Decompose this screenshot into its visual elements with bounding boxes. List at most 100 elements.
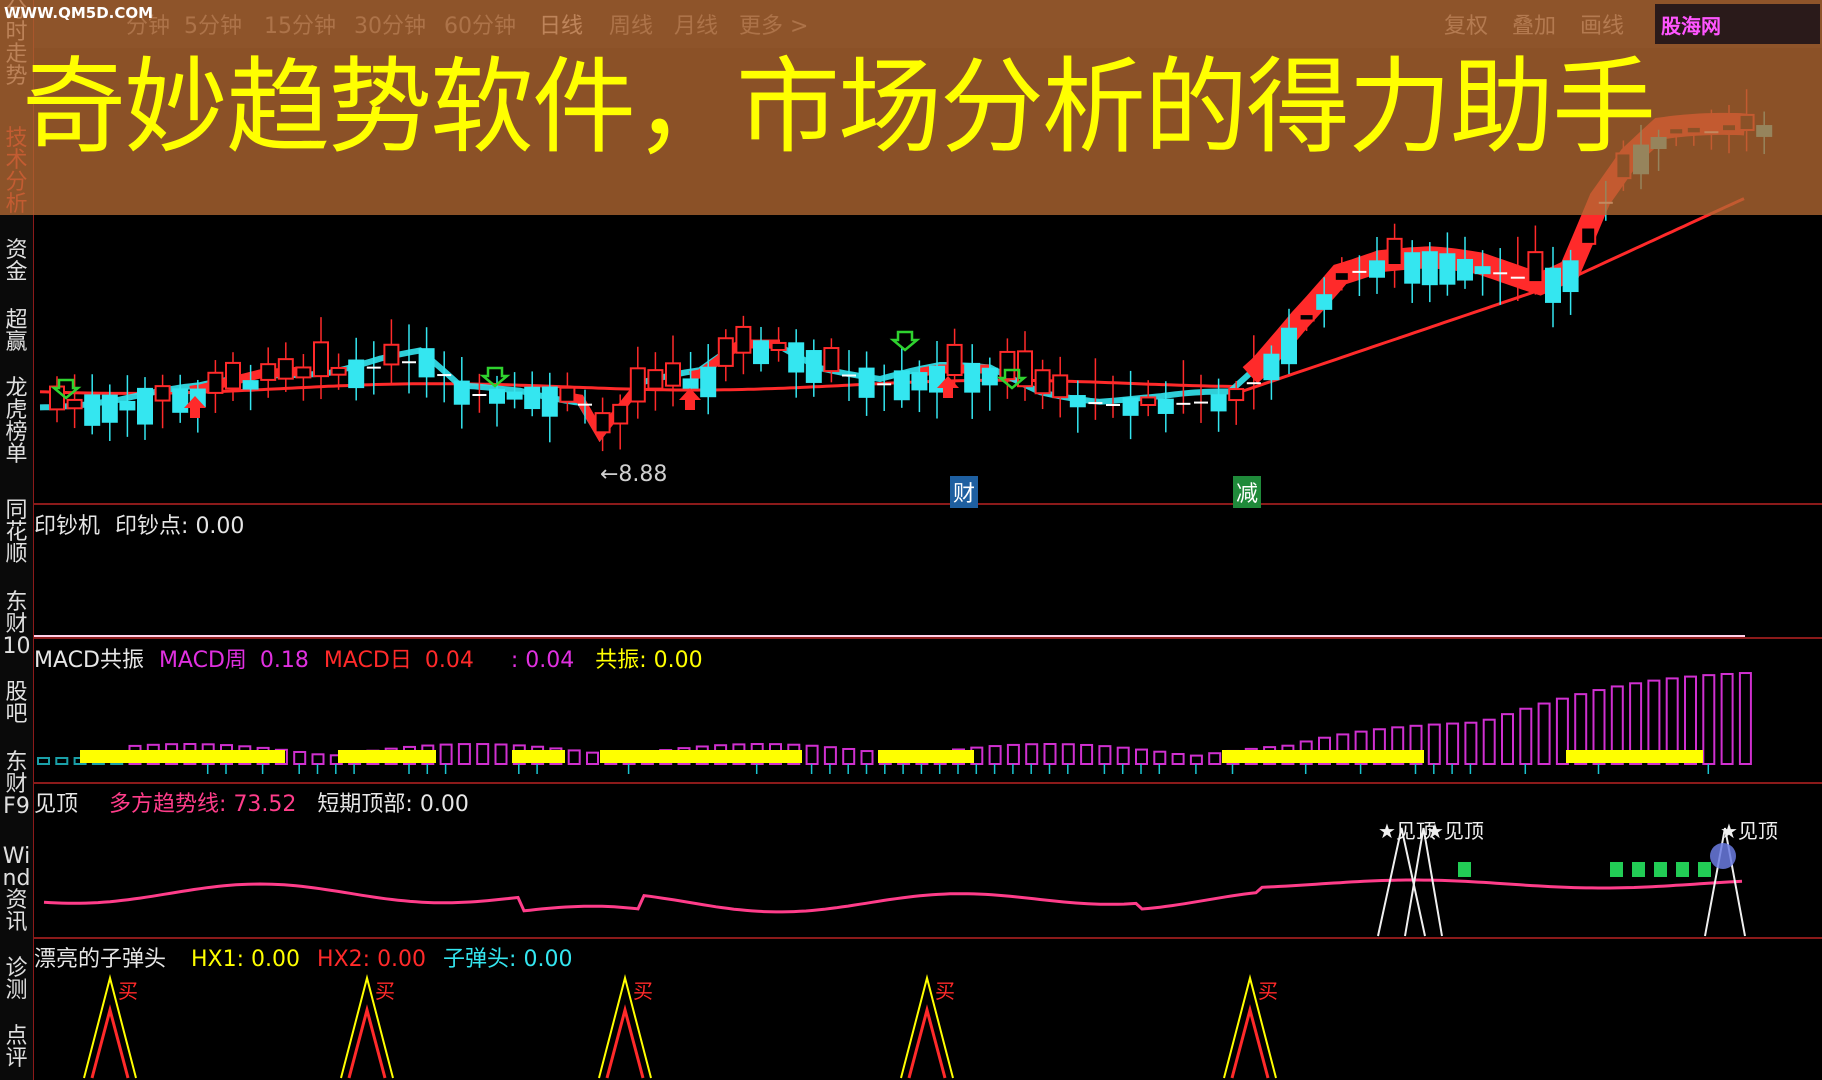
candle-body — [84, 394, 101, 426]
trend-strength-line — [43, 878, 1743, 914]
candle-body — [1580, 226, 1597, 245]
candle-body — [137, 387, 153, 425]
macd-bar — [494, 743, 508, 766]
candle-body — [559, 386, 576, 403]
brand-logo: 股海网 — [1655, 4, 1820, 44]
candle-body — [506, 391, 523, 400]
panel-separator — [34, 782, 1822, 784]
macd-bar — [311, 753, 325, 766]
green-signal-block-0 — [1458, 862, 1471, 877]
badge-jian[interactable]: 减 — [1233, 476, 1262, 508]
macd-bar — [586, 751, 599, 766]
macd-bar — [842, 747, 856, 766]
candle-body — [348, 359, 365, 389]
candle-body — [1457, 258, 1473, 281]
panel2-macd-day-label: MACD日 — [323, 648, 412, 673]
candle-body — [1439, 253, 1456, 285]
candle-body — [154, 385, 171, 402]
panel2-resonance-value: 0.00 — [653, 648, 703, 673]
down-arrow-icon — [889, 330, 921, 352]
candle-body — [893, 370, 910, 401]
panel4-hx2-label: HX2: — [317, 947, 371, 972]
panel-separator — [34, 937, 1822, 939]
macd-bar — [1080, 743, 1094, 766]
candle-body — [1228, 388, 1245, 402]
macd-bar — [1043, 743, 1057, 766]
candle-body — [277, 358, 294, 380]
top-signal-spike-1 — [1404, 827, 1443, 937]
macd-bar — [293, 750, 307, 766]
panel-separator — [34, 637, 1822, 639]
macd-bar — [439, 743, 453, 765]
panel2-unnamed-value: 0.04 — [525, 648, 575, 673]
macd-bar — [1720, 672, 1734, 766]
candle-body — [313, 341, 329, 378]
candle-body — [1210, 394, 1227, 412]
panel3-trend-label: 多方趋势线: — [109, 792, 227, 817]
candle-body — [805, 350, 822, 383]
candle-body — [1404, 252, 1421, 284]
panel3-top-value: 0.00 — [419, 792, 469, 817]
candle-body — [1281, 327, 1297, 365]
candle-body — [101, 394, 118, 423]
macd-bar — [1098, 745, 1112, 765]
bullet-inner-3 — [907, 1004, 947, 1079]
bullet-inner-0 — [90, 1004, 130, 1079]
macd-bar — [1702, 674, 1716, 766]
badge-cai[interactable]: 财 — [950, 476, 979, 508]
candle-body — [295, 366, 312, 379]
headline-text: 奇妙趋势软件，市场分析的得力助手 — [22, 46, 1656, 168]
panel4-title: 漂亮的子弹头 — [34, 947, 167, 972]
macd-bar — [1482, 718, 1496, 766]
macd-bar — [1464, 721, 1478, 766]
macd-bar — [476, 743, 490, 765]
panel-separator — [34, 503, 1822, 505]
bullet-inner-1 — [347, 1004, 387, 1079]
candle-body — [665, 362, 681, 387]
panel3-trend-value: 73.52 — [233, 792, 297, 817]
panel1-field-label: 印钞点: — [115, 514, 189, 539]
candle-body — [911, 372, 928, 391]
candle-body — [999, 350, 1016, 381]
ma-slow-line — [39, 197, 1745, 395]
candle-body — [823, 347, 840, 373]
panel2-macd-week-label: MACD周 — [158, 648, 247, 673]
macd-bar — [55, 757, 69, 765]
candle-body — [717, 337, 734, 367]
macd-resonance-bar-1 — [338, 750, 436, 763]
candle-body — [1052, 374, 1069, 399]
candle-body — [207, 371, 224, 394]
macd-bar — [988, 745, 1002, 766]
candle-body — [788, 342, 805, 373]
macd-bar — [1208, 752, 1222, 765]
bullet-inner-4 — [1230, 1004, 1270, 1079]
panel2-macd-day-value: 0.04 — [424, 648, 474, 673]
candle-body — [629, 367, 646, 403]
candle-body — [770, 341, 787, 352]
buy-label-3: 买 — [935, 979, 955, 1003]
macd-bar — [1189, 754, 1203, 765]
candle-body — [594, 412, 611, 434]
buy-label-1: 买 — [375, 979, 395, 1003]
macd-resonance-bar-2 — [512, 750, 565, 763]
buy-label-0: 买 — [118, 979, 138, 1003]
panel4-hx1-value: 0.00 — [251, 947, 301, 972]
macd-bar — [1519, 707, 1533, 766]
candle-body — [735, 325, 752, 354]
candle-body — [753, 340, 769, 365]
candle-body — [260, 363, 277, 381]
top-signal-label-1: ★见顶 — [1426, 819, 1484, 843]
macd-bar — [823, 746, 837, 766]
macd-bar — [1135, 748, 1148, 765]
green-signal-block-4 — [1676, 862, 1689, 877]
macd-bar — [1116, 746, 1130, 765]
candle-body — [1034, 369, 1051, 395]
macd-bar — [1501, 713, 1514, 765]
top-signal-label-2: ★见顶 — [1720, 819, 1778, 843]
green-signal-block-2 — [1632, 862, 1645, 877]
macd-bar — [805, 744, 819, 765]
macd-resonance-bar-3 — [600, 750, 802, 763]
panel4-hx1-label: HX1: — [191, 947, 245, 972]
watermark: WWW.QM5D.COM — [4, 4, 154, 22]
macd-bar — [1006, 743, 1020, 766]
